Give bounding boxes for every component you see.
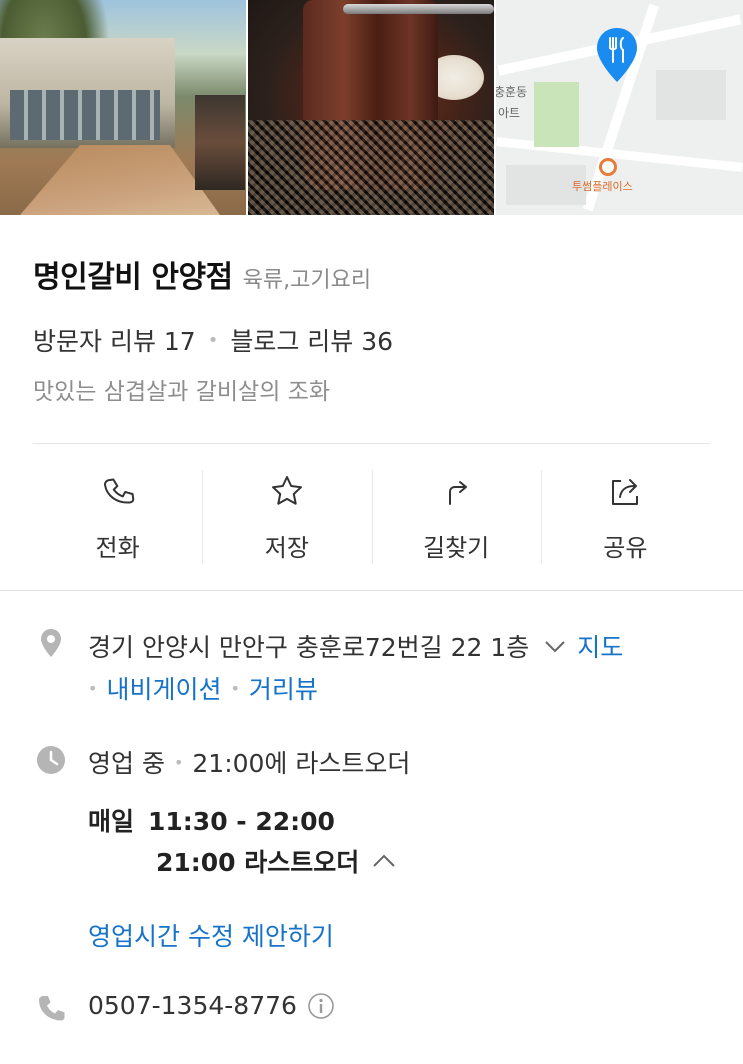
place-category: 육류,고기요리 xyxy=(242,268,372,293)
share-icon xyxy=(612,479,639,505)
save-button[interactable]: 저장 xyxy=(202,468,371,564)
map-thumbnail[interactable]: 충훈동 아트 투썸플레이스 xyxy=(496,0,743,215)
separator-dot: • xyxy=(88,678,98,698)
chevron-up-icon[interactable] xyxy=(371,848,397,874)
share-label: 공유 xyxy=(603,534,648,562)
directions-icon xyxy=(449,481,468,505)
hours-time: 11:30 - 22:00 xyxy=(148,807,335,836)
hours-daily-row: 매일 11:30 - 22:00 xyxy=(88,802,335,838)
action-bar: 전화 저장 길찾기 공유 xyxy=(33,468,710,564)
place-name: 명인갈비 안양점 xyxy=(33,260,233,295)
separator-dot: • xyxy=(230,678,240,698)
map-area-label: 충훈동 xyxy=(496,85,528,99)
map-area-label-2: 아트 xyxy=(498,106,521,120)
title-row: 명인갈비 안양점 육류,고기요리 xyxy=(33,252,371,296)
phone-row: 0507-1354-8776 xyxy=(88,991,335,1020)
food-photo[interactable] xyxy=(248,0,494,215)
star-icon xyxy=(271,476,302,505)
save-label: 저장 xyxy=(264,534,309,562)
section-divider xyxy=(0,590,743,591)
visitor-reviews-link[interactable]: 방문자 리뷰 17 xyxy=(33,322,196,358)
share-button[interactable]: 공유 xyxy=(540,468,710,564)
map-link[interactable]: 지도 xyxy=(577,628,623,664)
review-row: 방문자 리뷰 17 • 블로그 리뷰 36 xyxy=(33,322,393,358)
phone-icon xyxy=(39,996,65,1021)
last-order-row[interactable]: 21:00 라스트오더 xyxy=(156,843,397,879)
phone-icon xyxy=(103,478,134,504)
chevron-down-icon[interactable] xyxy=(543,634,567,658)
address-text[interactable]: 경기 안양시 만안구 충훈로72번길 22 1층 xyxy=(88,628,529,664)
call-button[interactable]: 전화 xyxy=(33,468,202,564)
phone-number[interactable]: 0507-1354-8776 xyxy=(88,991,297,1020)
suggest-hours-edit-link[interactable]: 영업시간 수정 제안하기 xyxy=(88,917,334,953)
storefront-photo[interactable] xyxy=(0,0,246,215)
location-pin-icon xyxy=(41,629,61,657)
hours-status-row: 영업 중 • 21:00에 라스트오더 xyxy=(88,744,410,780)
map-pin-icon xyxy=(597,28,637,82)
directions-label: 길찾기 xyxy=(423,534,490,562)
divider xyxy=(33,443,710,444)
separator-dot: • xyxy=(173,752,184,772)
poi-marker xyxy=(599,158,617,176)
info-icon[interactable] xyxy=(307,992,335,1020)
hours-day: 매일 xyxy=(88,807,135,836)
street-view-link[interactable]: 거리뷰 xyxy=(249,670,318,706)
place-tagline: 맛있는 삼겹살과 갈비살의 조화 xyxy=(33,379,331,405)
directions-button[interactable]: 길찾기 xyxy=(371,468,541,564)
open-status: 영업 중 xyxy=(88,749,165,778)
call-label: 전화 xyxy=(95,534,140,562)
last-order-note: 21:00에 라스트오더 xyxy=(192,749,411,778)
clock-icon xyxy=(37,746,65,774)
blog-reviews-link[interactable]: 블로그 리뷰 36 xyxy=(230,322,393,358)
photo-strip[interactable]: 충훈동 아트 투썸플레이스 xyxy=(0,0,743,215)
last-order-time: 21:00 라스트오더 xyxy=(156,848,360,877)
separator-dot: • xyxy=(207,329,219,351)
map-poi-label: 투썸플레이스 xyxy=(572,180,633,193)
navigation-link[interactable]: 내비게이션 xyxy=(106,670,221,706)
address-row: 경기 안양시 만안구 충훈로72번길 22 1층 지도 xyxy=(88,628,623,664)
address-links-row: • 내비게이션 • 거리뷰 xyxy=(88,670,318,706)
